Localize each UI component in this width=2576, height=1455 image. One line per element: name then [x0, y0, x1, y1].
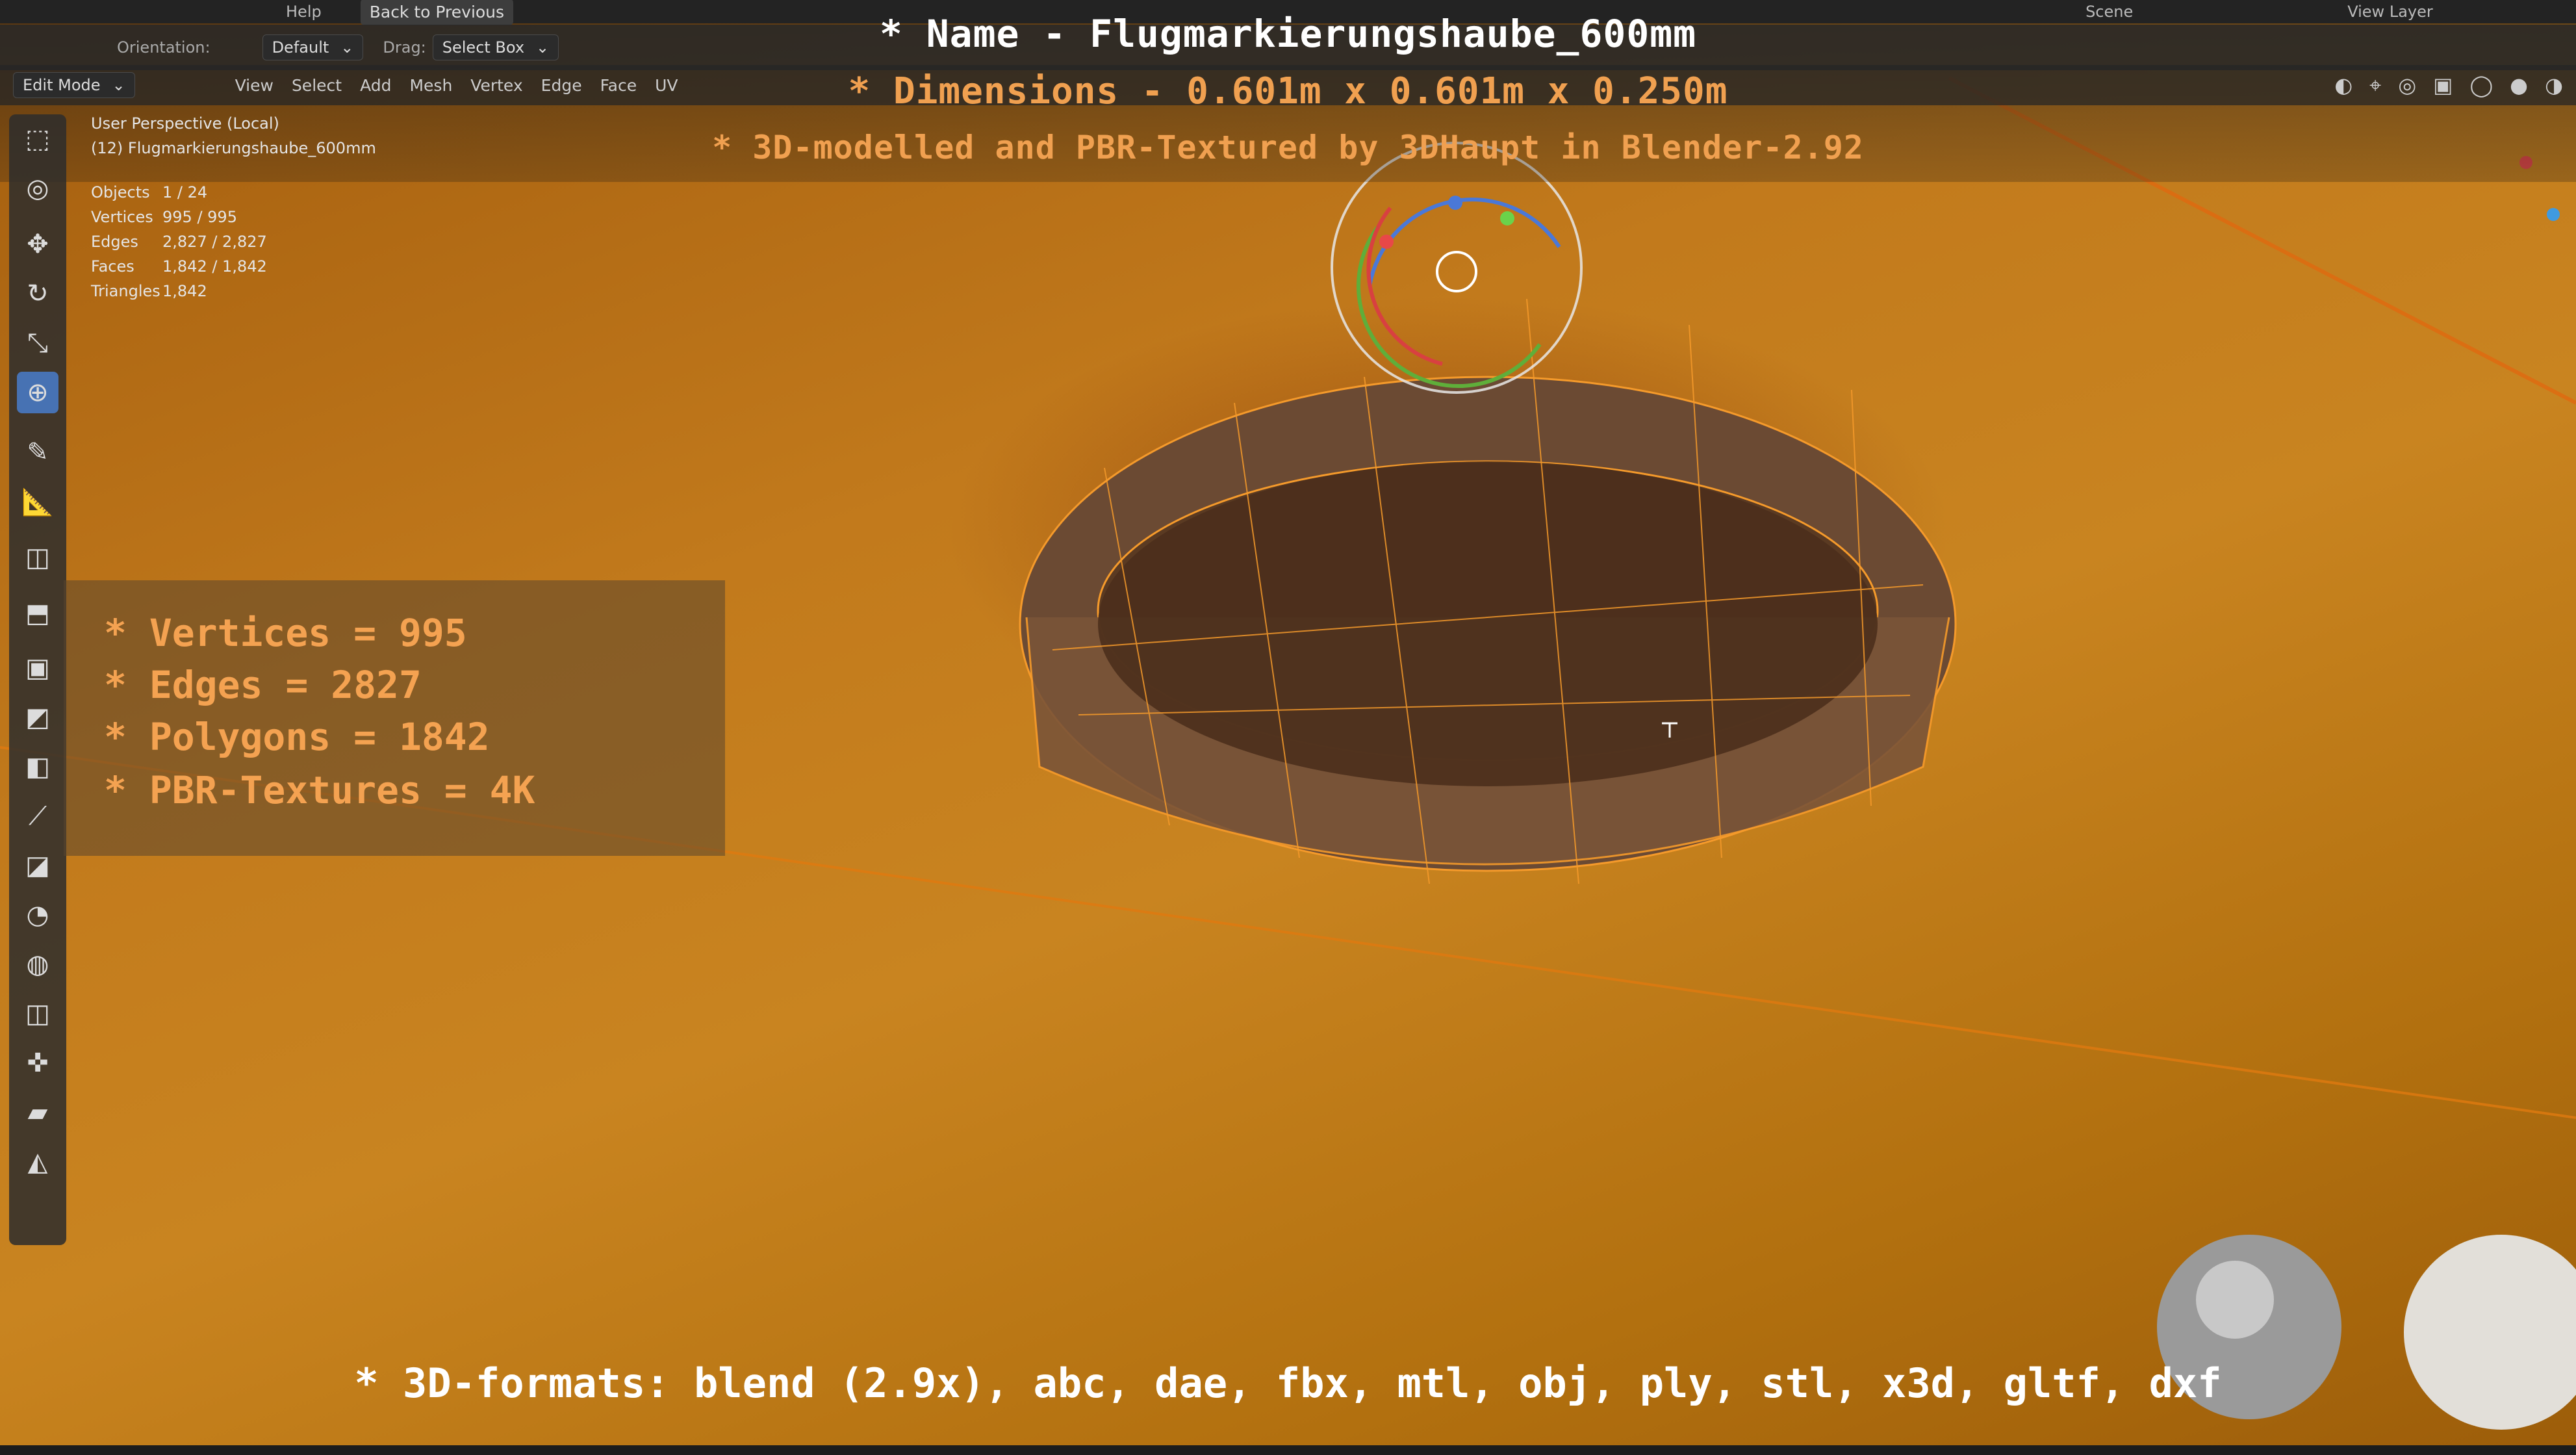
rip-icon[interactable]: ◭ [17, 1141, 58, 1183]
select-box-icon[interactable]: ⬚ [17, 118, 58, 160]
stat-vertices: * Vertices = 995 [104, 611, 467, 655]
knife-icon[interactable]: ⟋ [17, 795, 58, 837]
tool-shelf: ⬚ ◎ ✥ ↻ ⤡ ⊕ ✎ 📐 ◫ ⬒ ▣ ◩ ◧ ⟋ ◪ ◔ ◍ ◫ ✜ ▰ … [9, 114, 66, 1245]
stat-textures: * PBR-Textures = 4K [104, 768, 535, 812]
cursor-icon[interactable]: ◎ [17, 168, 58, 209]
stats-row-triangles: Triangles 1,842 [91, 282, 207, 300]
stats-row-vertices: Vertices 995 / 995 [91, 208, 237, 226]
add-cube-icon[interactable]: ◫ [17, 537, 58, 578]
status-bar [0, 1445, 2576, 1455]
bevel-icon[interactable]: ◩ [17, 697, 58, 738]
poly-build-icon[interactable]: ◪ [17, 845, 58, 886]
annotate-icon[interactable]: ✎ [17, 431, 58, 473]
move-icon[interactable]: ✥ [17, 224, 58, 265]
overlay-dimensions: * Dimensions - 0.601m x 0.601m x 0.250m [848, 70, 1728, 112]
stats-row-objects: Objects 1 / 24 [91, 183, 208, 201]
perspective-label: User Perspective (Local) [91, 114, 279, 133]
loop-cut-icon[interactable]: ◧ [17, 746, 58, 788]
extrude-icon[interactable]: ⬒ [17, 593, 58, 634]
object-label: (12) Flugmarkierungshaube_600mm [91, 139, 376, 157]
stats-row-faces: Faces 1,842 / 1,842 [91, 257, 267, 276]
edge-slide-icon[interactable]: ◫ [17, 993, 58, 1035]
ring-mesh[interactable] [1019, 298, 1957, 884]
overlay-title: * Name - Flugmarkierungshaube_600mm [879, 12, 1697, 56]
shrink-fatten-icon[interactable]: ✜ [17, 1042, 58, 1084]
rotate-icon[interactable]: ↻ [17, 273, 58, 315]
overlay-credit: * 3D-modelled and PBR-Textured by 3DHaup… [712, 129, 1864, 166]
stat-edges: * Edges = 2827 [104, 663, 422, 707]
transform-icon[interactable]: ⊕ [17, 372, 58, 413]
stats-row-edges: Edges 2,827 / 2,827 [91, 233, 267, 251]
measure-icon[interactable]: 📐 [17, 481, 58, 522]
spin-icon[interactable]: ◔ [17, 894, 58, 936]
stat-polygons: * Polygons = 1842 [104, 715, 490, 759]
nav-z-icon [2547, 208, 2560, 221]
scale-icon[interactable]: ⤡ [17, 322, 58, 364]
formats-line: * 3D-formats: blend (2.9x), abc, dae, fb… [354, 1359, 2222, 1407]
viewport-info: User Perspective (Local) (12) Flugmarkie… [91, 114, 376, 307]
smooth-icon[interactable]: ◍ [17, 944, 58, 985]
inset-icon[interactable]: ▣ [17, 647, 58, 689]
shear-icon[interactable]: ▰ [17, 1092, 58, 1133]
